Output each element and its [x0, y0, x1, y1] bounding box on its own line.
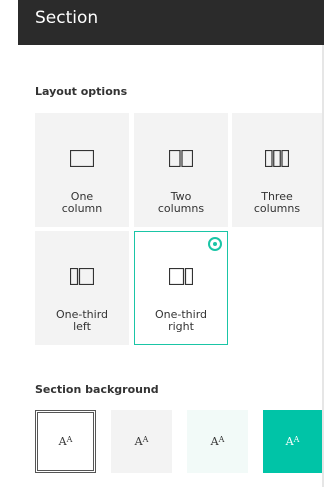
background-swatch-neutral[interactable]: AA: [111, 410, 172, 473]
layout-option-label-line2: column: [61, 202, 103, 215]
one-column-icon: [70, 150, 94, 167]
layout-one-third-right[interactable]: One-third right: [134, 231, 228, 345]
layout-one-third-left[interactable]: One-third left: [35, 231, 129, 345]
layout-one-column[interactable]: One column: [35, 113, 129, 227]
layout-option-label-line2: columns: [157, 202, 205, 215]
selected-check-icon: [208, 237, 222, 251]
panel-header: Section: [18, 0, 324, 45]
swatch-sample-text: AA: [210, 435, 225, 448]
layout-two-columns[interactable]: Two columns: [134, 113, 228, 227]
swatch-sample-text: AA: [134, 435, 149, 448]
layout-three-columns[interactable]: Three columns: [232, 113, 322, 227]
one-third-right-icon: [169, 268, 193, 285]
one-third-left-icon: [70, 268, 94, 285]
swatch-sample-text: AA: [285, 435, 300, 448]
layout-option-label-line2: right: [168, 320, 194, 333]
background-swatch-strong[interactable]: AA: [263, 410, 322, 473]
layout-option-label-line2: left: [73, 320, 91, 333]
three-columns-icon: [265, 150, 289, 167]
layout-option-label-line2: columns: [253, 202, 301, 215]
swatch-sample-text: AA: [58, 435, 73, 448]
panel-scroll-edge: [322, 45, 324, 487]
background-swatch-none[interactable]: AA: [35, 410, 96, 473]
layout-options-heading: Layout options: [35, 85, 128, 98]
two-columns-icon: [169, 150, 193, 167]
background-swatch-soft[interactable]: AA: [187, 410, 248, 473]
panel-title: Section: [35, 8, 99, 28]
section-background-heading: Section background: [35, 383, 159, 396]
